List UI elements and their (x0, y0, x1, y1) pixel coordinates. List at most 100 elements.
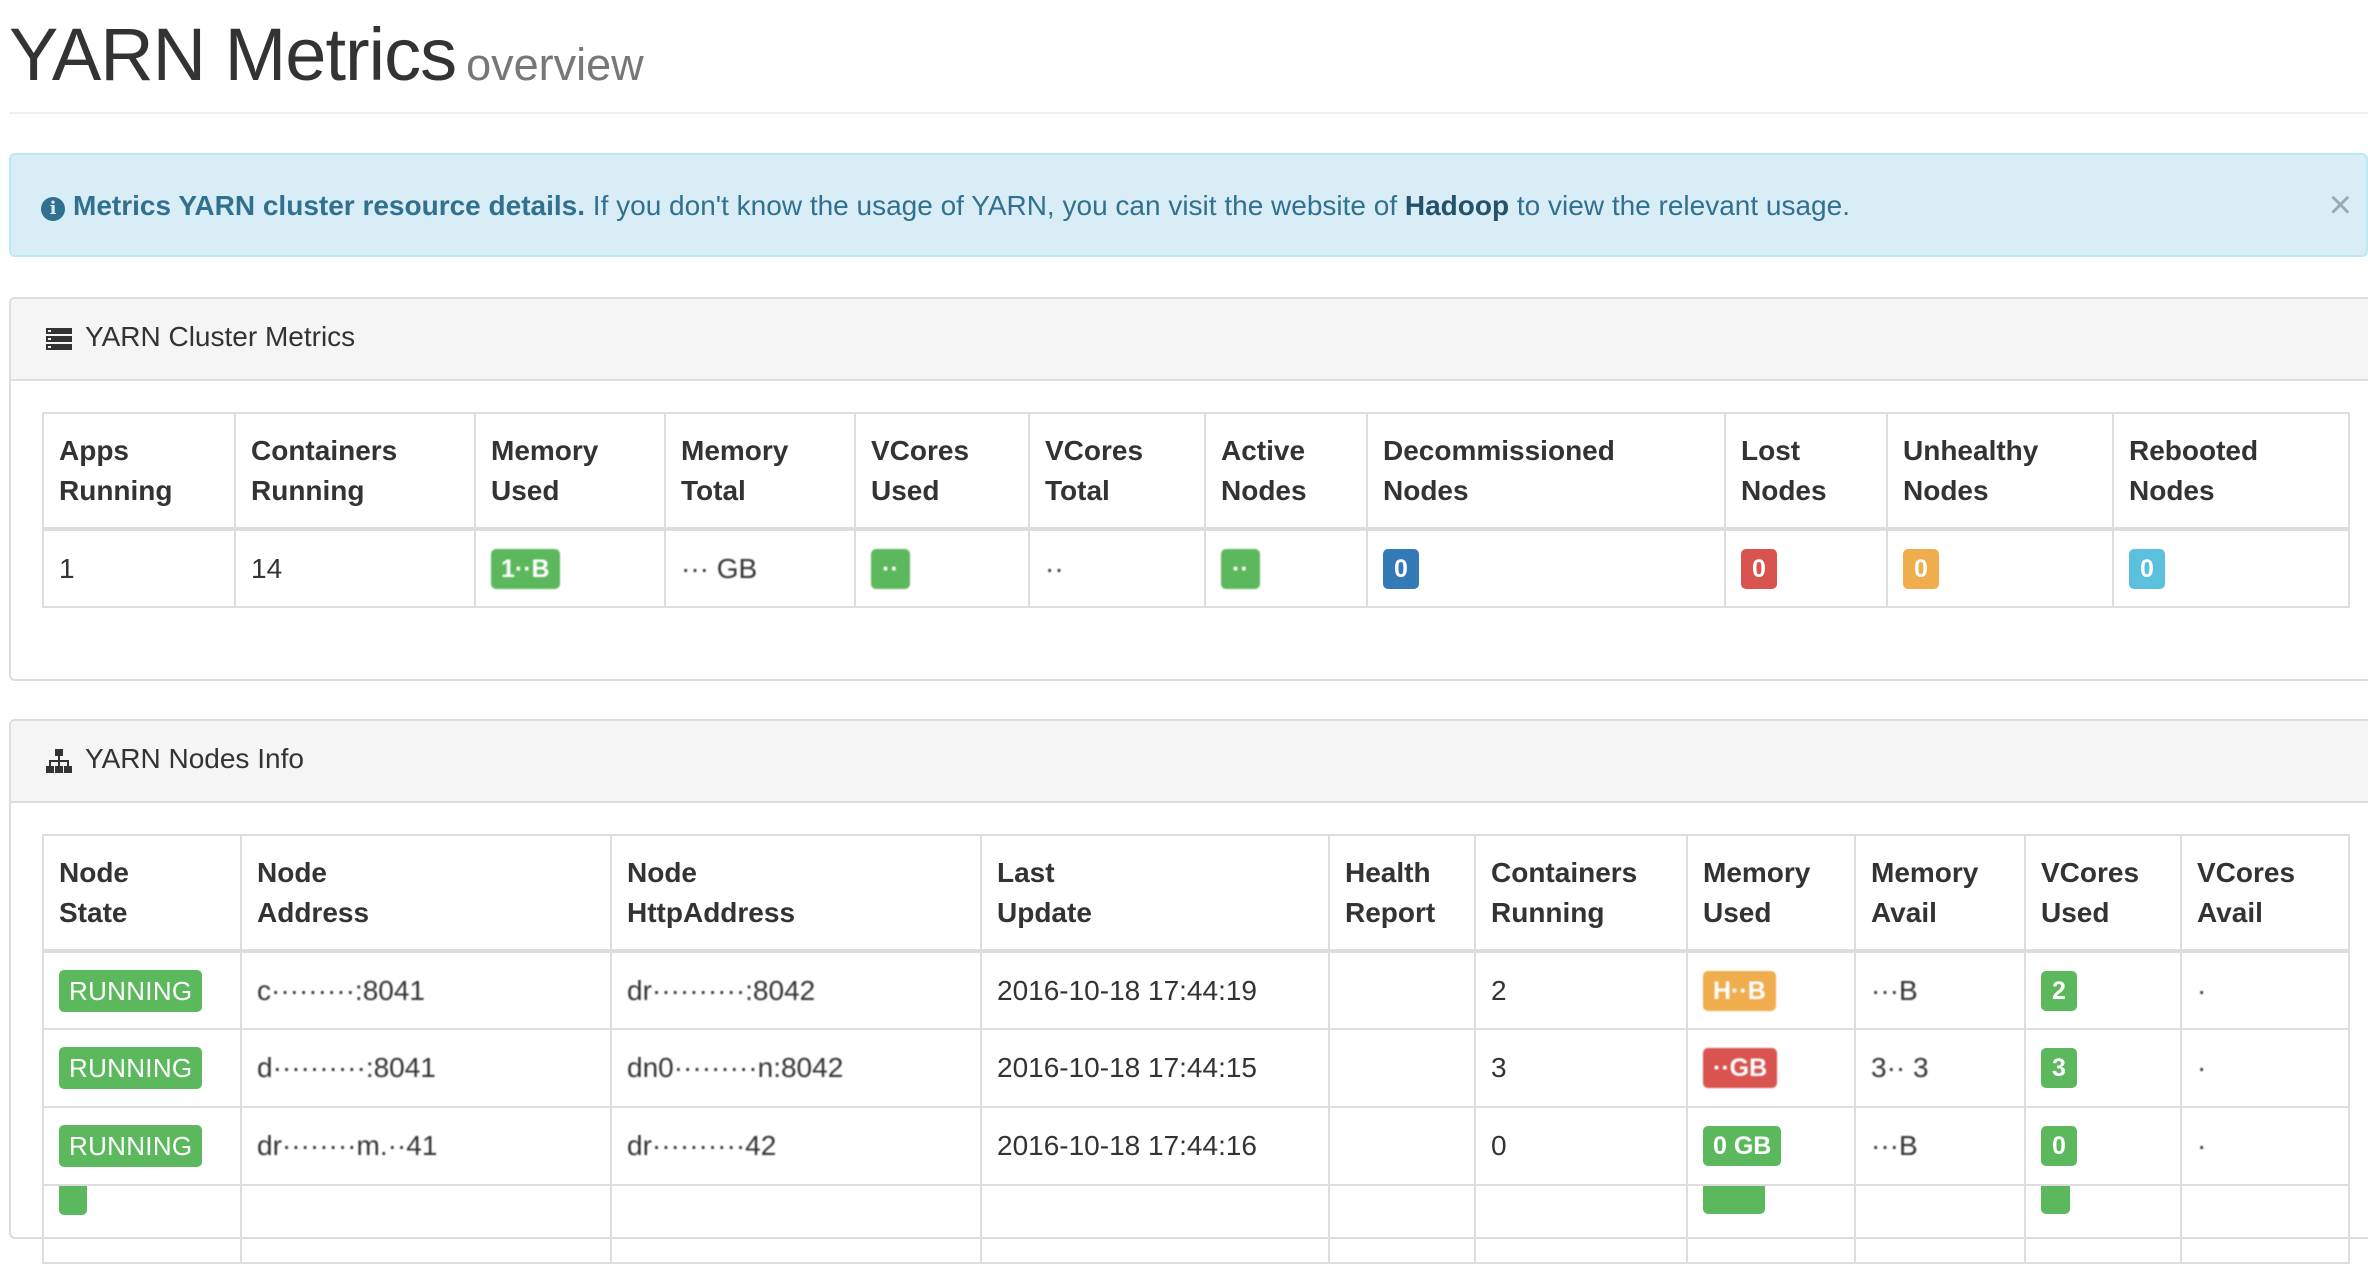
decommissioned-nodes-badge: 0 (1383, 548, 1419, 589)
col-header: VCores Used (2024, 834, 2182, 953)
vcores-used-badge: ·· (871, 548, 910, 589)
title-text: YARN Metrics (9, 13, 457, 96)
table-row: RUNNING c·········:8041 dr··········:804… (42, 950, 2350, 1030)
containers-running-value: 14 (234, 528, 476, 608)
cluster-metrics-panel: YARN Cluster Metrics Apps Running Contain… (9, 297, 2368, 681)
memory-avail-text: ···B (1871, 974, 1918, 1006)
memory-avail-text: ···B (1871, 1130, 1918, 1161)
node-state-cell: RUNNING (42, 1106, 242, 1186)
hadoop-link[interactable]: Hadoop (1405, 190, 1509, 221)
node-address (240, 1184, 612, 1264)
col-header: Memory Used (474, 412, 666, 531)
memory-used-badge: ··GB (1703, 1048, 1778, 1088)
col-header: Lost Nodes (1724, 412, 1888, 531)
node-http-address[interactable]: dr··········:8042 (610, 950, 982, 1030)
page-subtitle: overview (466, 39, 644, 90)
col-header: VCores Avail (2180, 834, 2350, 953)
vcores-avail: · (2180, 1106, 2350, 1186)
vcores-avail: · (2180, 1028, 2350, 1108)
col-header: Decommissioned Nodes (1366, 412, 1726, 531)
vcores-used-cell: ·· (854, 528, 1030, 608)
rebooted-nodes-badge: 0 (2129, 548, 2165, 589)
memory-used-cell (1686, 1184, 1856, 1264)
last-update: 2016-10-18 17:44:19 (980, 950, 1330, 1030)
memory-avail: 3·· 3 (1854, 1028, 2026, 1108)
containers-running: 3 (1474, 1028, 1688, 1108)
cluster-metrics-table: Apps Running Containers Running Memory Used… (42, 412, 2350, 608)
rebooted-nodes-cell: 0 (2112, 528, 2350, 608)
last-update (980, 1184, 1330, 1264)
table-row-partial (42, 1184, 2350, 1264)
alert-text-1: If you don't know the usage of YARN, you… (585, 190, 1405, 221)
col-header: Apps Running (42, 412, 236, 531)
table-row: 1 14 1··B ··· GB ·· ·· ·· 0 0 0 0 (42, 528, 2350, 608)
vcores-avail-text: · (2197, 1052, 2207, 1083)
info-alert: i Metrics YARN cluster resource details. … (9, 153, 2368, 257)
memory-used-badge: 0 GB (1703, 1126, 1782, 1166)
col-header: VCores Total (1028, 412, 1206, 531)
vcores-used-cell (2024, 1184, 2182, 1264)
sitemap-icon (46, 749, 72, 773)
memory-used-cell: 0 GB (1686, 1106, 1856, 1186)
node-http-address[interactable]: dr··········42 (610, 1106, 982, 1186)
memory-avail: ···B (1854, 950, 2026, 1030)
memory-avail: ···B (1854, 1106, 2026, 1186)
memory-used-cell: ··GB (1686, 1028, 1856, 1108)
node-state-cell: RUNNING (42, 1028, 242, 1108)
nodes-info-panel: YARN Nodes Info Node State Node Address No… (9, 719, 2368, 1264)
memory-used-badge: H··B (1703, 970, 1776, 1011)
col-header: VCores Used (854, 412, 1030, 531)
running-badge: RUNNING (59, 969, 203, 1012)
memory-total-value: ··· GB (664, 528, 856, 608)
vcores-used-cell: 3 (2024, 1028, 2182, 1108)
page-header: YARN Metrics overview (9, 0, 2368, 114)
node-http-address[interactable]: dn0·········n:8042 (610, 1028, 982, 1108)
table-row: RUNNING dr········m.··41 dr··········42 … (42, 1106, 2350, 1186)
vcores-used-badge: 2 (2041, 970, 2077, 1011)
col-header: Last Update (980, 834, 1330, 953)
table-header-row: Node State Node Address Node HttpAddress La… (42, 834, 2350, 953)
col-header: Containers Running (1474, 834, 1688, 953)
unhealthy-nodes-cell: 0 (1886, 528, 2114, 608)
active-nodes-cell: ·· (1204, 528, 1368, 608)
lost-nodes-cell: 0 (1724, 528, 1888, 608)
vcores-avail-text: · (2197, 1130, 2207, 1161)
node-address: d··········:8041 (240, 1028, 612, 1108)
memory-used-cell: H··B (1686, 950, 1856, 1030)
health-report (1328, 1106, 1476, 1186)
node-http-address-link[interactable]: dr··········42 (627, 1130, 776, 1161)
decommissioned-nodes-cell: 0 (1366, 528, 1726, 608)
health-report (1328, 950, 1476, 1030)
last-update: 2016-10-18 17:44:16 (980, 1106, 1330, 1186)
memory-used-badge: 1··B (491, 548, 560, 589)
running-badge: RUNNING (59, 1047, 203, 1089)
panel-heading: YARN Cluster Metrics (11, 299, 2368, 381)
node-address: c·········:8041 (240, 950, 612, 1030)
col-header: Unhealthy Nodes (1886, 412, 2114, 531)
col-header: Memory Avail (1854, 834, 2026, 953)
last-update: 2016-10-18 17:44:15 (980, 1028, 1330, 1108)
health-report (1328, 1184, 1476, 1264)
memory-total-text: ··· GB (681, 552, 758, 584)
server-icon (46, 328, 72, 350)
node-http-address-link[interactable]: dn0·········n:8042 (627, 1052, 843, 1083)
alert-message: i Metrics YARN cluster resource details. … (41, 190, 1850, 222)
unhealthy-nodes-badge: 0 (1903, 548, 1939, 589)
panel-title: YARN Cluster Metrics (85, 321, 356, 352)
panel-heading: YARN Nodes Info (11, 721, 2368, 803)
info-circle-icon: i (41, 197, 65, 221)
node-state-cell (42, 1184, 242, 1264)
memory-used-cell: 1··B (474, 528, 666, 608)
vcores-used-cell: 0 (2024, 1106, 2182, 1186)
page: YARN Metrics overview i Metrics YARN clust… (0, 0, 2368, 1264)
containers-running: 0 (1474, 1106, 1688, 1186)
vcores-avail: · (2180, 950, 2350, 1030)
col-header: Rebooted Nodes (2112, 412, 2350, 531)
node-address-text: dr········m.··41 (257, 1130, 438, 1161)
vcores-used-badge: 0 (2041, 1126, 2077, 1166)
node-http-address-link[interactable]: dr··········:8042 (627, 975, 815, 1006)
panel-title: YARN Nodes Info (85, 743, 304, 774)
node-http-address (610, 1184, 982, 1264)
vcores-total-text: ·· (1045, 552, 1064, 584)
close-icon[interactable]: × (2329, 181, 2352, 229)
